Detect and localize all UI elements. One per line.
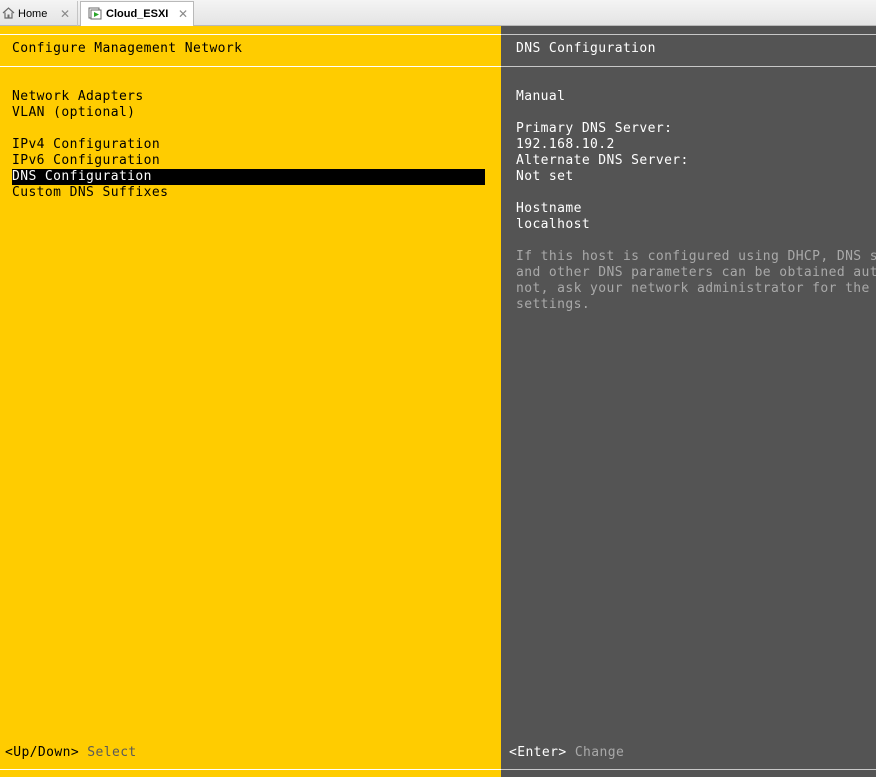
help-text-line: and other DNS parameters can be obtained… [516, 265, 876, 280]
close-icon[interactable]: ✕ [60, 8, 70, 20]
vm-console[interactable]: Configure Management Network Network Ada… [0, 26, 876, 777]
dns-mode: Manual [516, 89, 566, 104]
divider [0, 769, 501, 770]
detail-title: DNS Configuration [516, 41, 656, 56]
menu-item-network-adapters[interactable]: Network Adapters [12, 89, 144, 105]
divider [0, 66, 501, 67]
footer-hint-change: <Enter> Change [509, 745, 624, 761]
primary-dns-label: Primary DNS Server: [516, 121, 673, 136]
divider [501, 769, 876, 770]
divider [501, 34, 876, 35]
alternate-dns-label: Alternate DNS Server: [516, 153, 689, 168]
tab-bar: Home ✕ Cloud_ESXI ✕ [0, 0, 876, 26]
hostname-label: Hostname [516, 201, 582, 216]
footer-action: Change [574, 745, 625, 760]
left-panel: Configure Management Network Network Ada… [0, 26, 501, 777]
tab-cloud-esxi-label: Cloud_ESXI [106, 8, 169, 20]
close-icon[interactable]: ✕ [178, 8, 188, 20]
menu-item-ipv6-configuration[interactable]: IPv6 Configuration [12, 153, 160, 169]
home-icon [2, 7, 15, 22]
hostname-value: localhost [516, 217, 591, 232]
menu-item-label: DNS Configuration [12, 169, 152, 184]
footer-action: Select [87, 745, 137, 760]
tab-home[interactable]: Home ✕ [0, 1, 78, 26]
alternate-dns-value: Not set [516, 169, 574, 184]
tab-cloud-esxi[interactable]: Cloud_ESXI ✕ [80, 1, 194, 26]
menu-item-custom-dns-suffixes[interactable]: Custom DNS Suffixes [12, 185, 168, 201]
primary-dns-value: 192.168.10.2 [516, 137, 615, 152]
footer-key: <Enter> [509, 745, 567, 760]
right-panel: DNS Configuration Manual Primary DNS Ser… [501, 26, 876, 777]
help-text-line: settings. [516, 297, 591, 312]
divider [0, 34, 501, 35]
menu-item-vlan[interactable]: VLAN (optional) [12, 105, 135, 121]
divider [501, 66, 876, 67]
menu-item-dns-configuration[interactable]: DNS Configuration [12, 169, 485, 185]
help-text-line: If this host is configured using DHCP, D… [516, 249, 876, 264]
vm-console-icon [88, 7, 102, 23]
tab-home-label: Home [18, 7, 48, 20]
menu-item-ipv4-configuration[interactable]: IPv4 Configuration [12, 137, 160, 153]
footer-key: <Up/Down> [5, 745, 80, 760]
help-text-line: not, ask your network administrator for … [516, 281, 876, 296]
panel-title: Configure Management Network [12, 41, 243, 56]
footer-hint-select: <Up/Down> Select [5, 745, 137, 761]
